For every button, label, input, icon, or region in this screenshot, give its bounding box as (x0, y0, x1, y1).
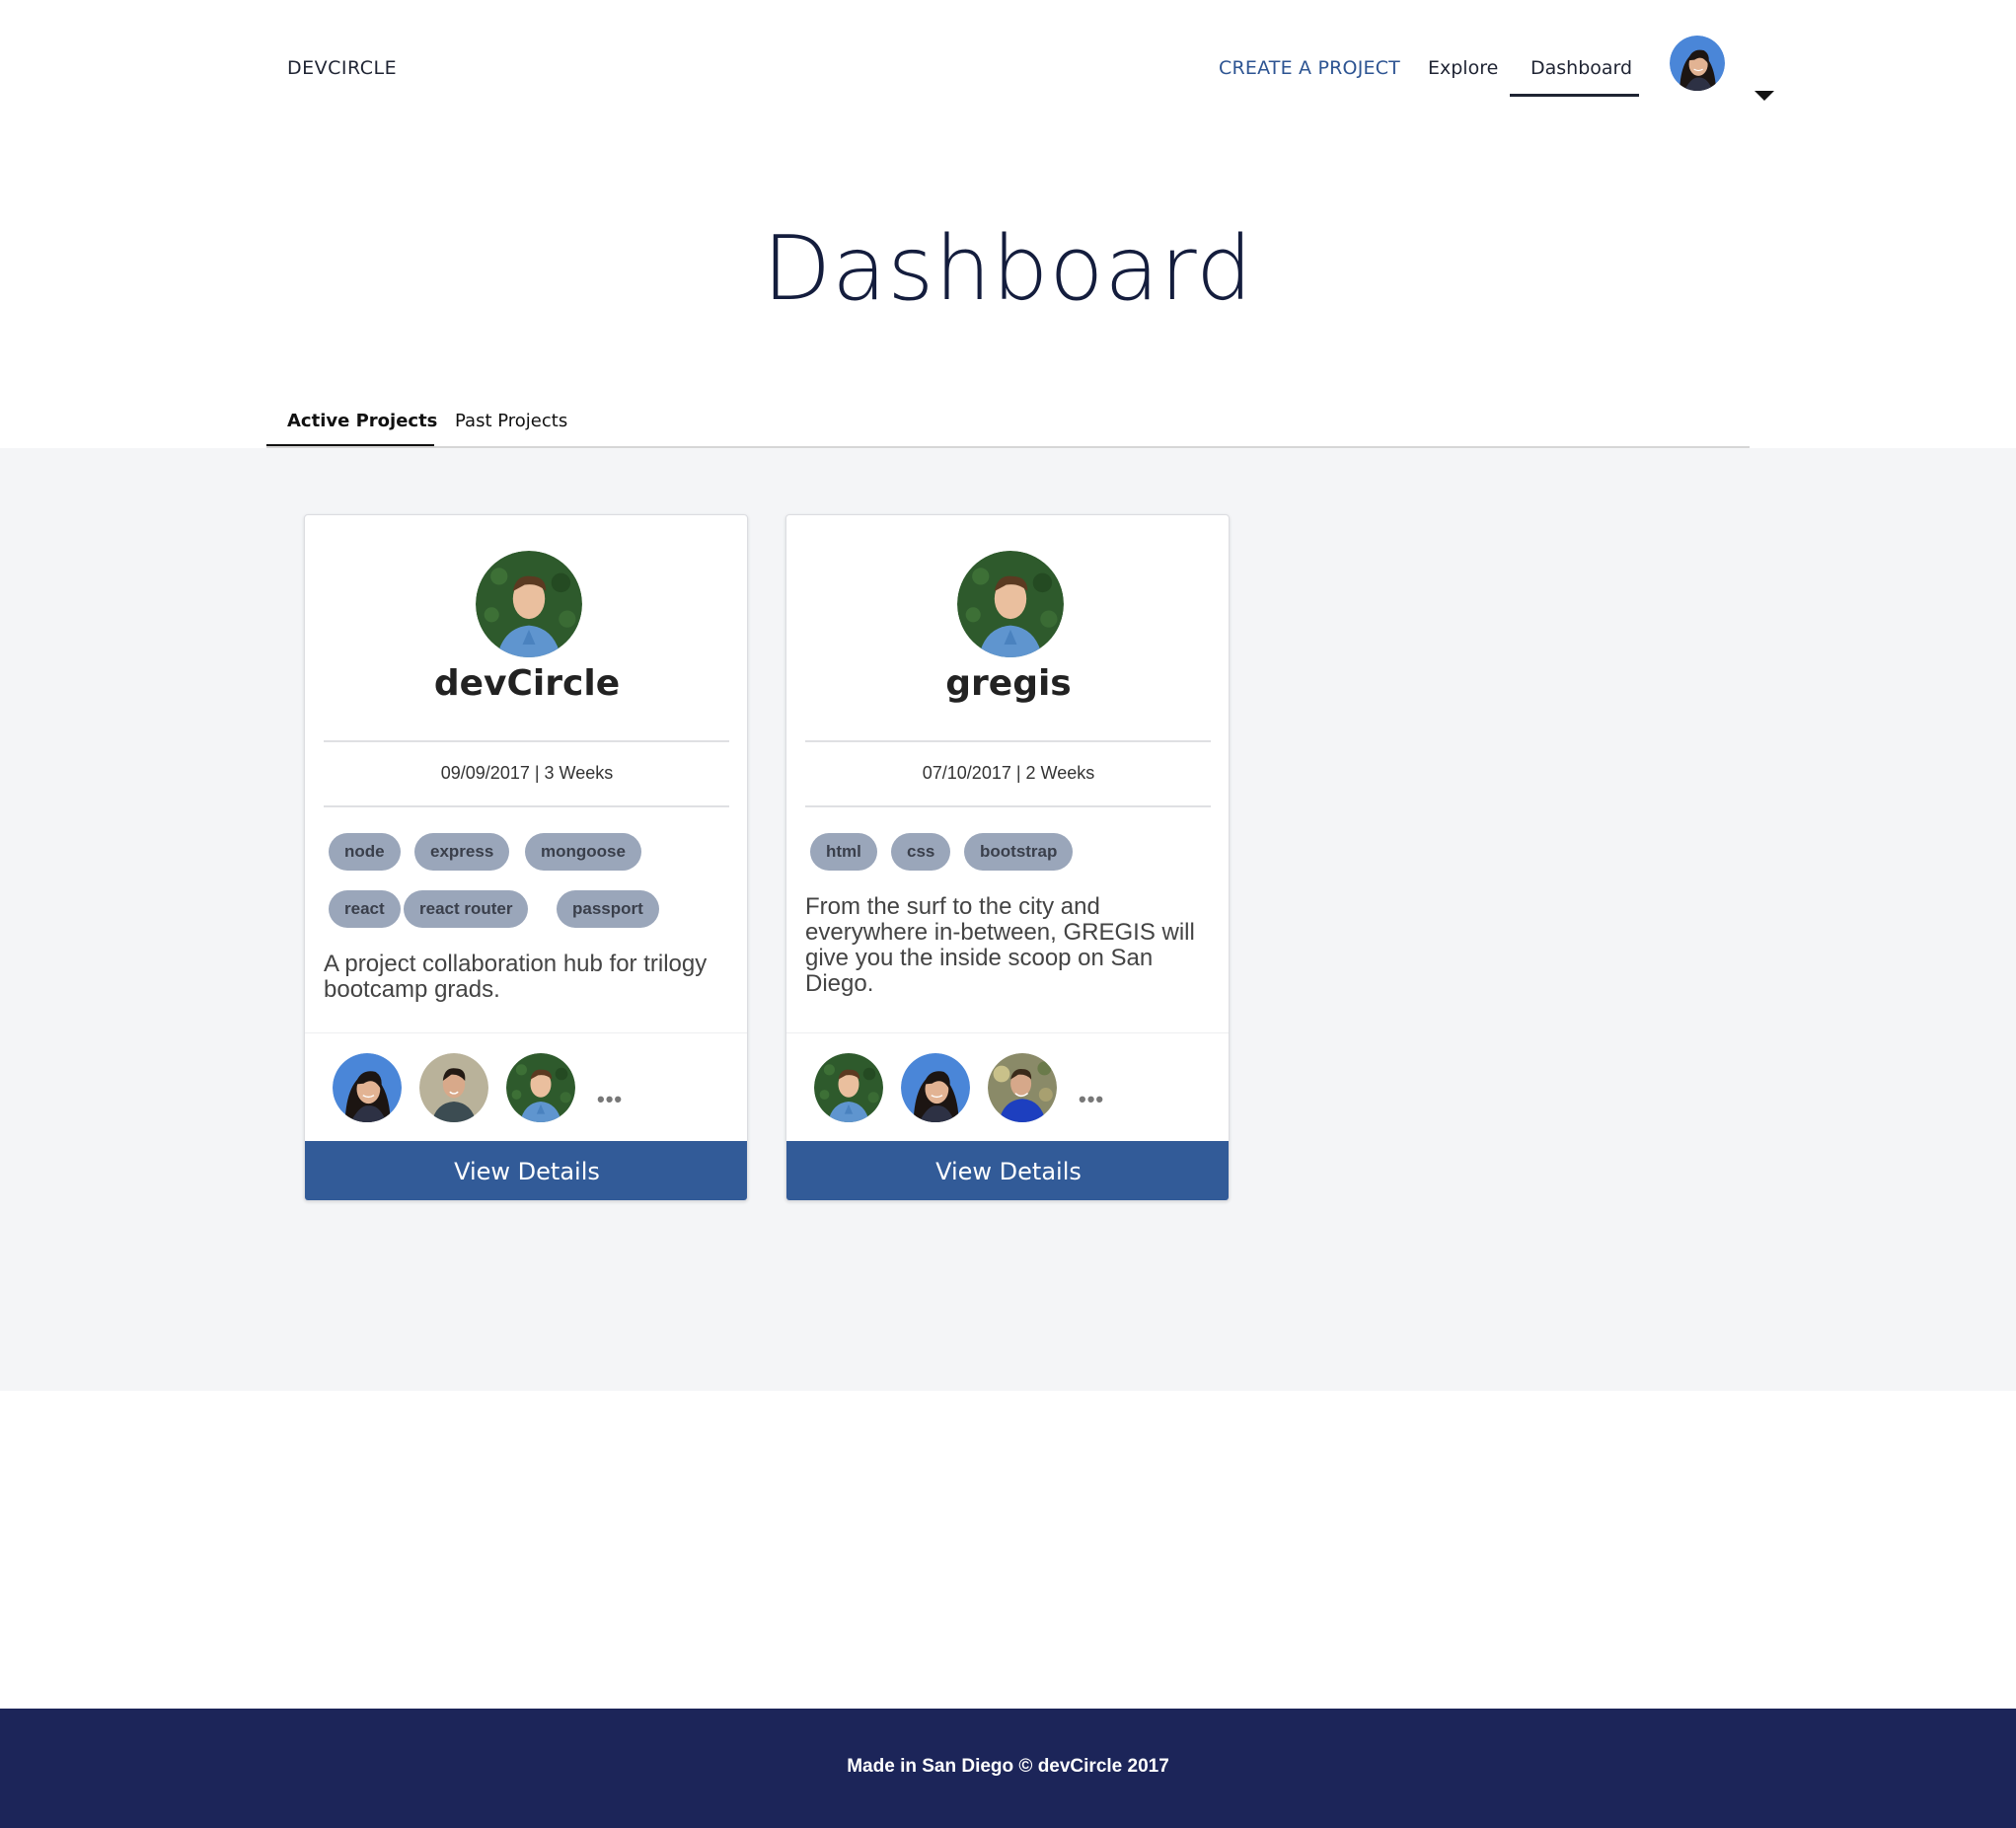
tech-tag: bootstrap (964, 833, 1074, 871)
member-avatar[interactable] (988, 1053, 1057, 1122)
footer-text: Made in San Diego © devCircle 2017 (847, 1756, 1169, 1777)
project-title: devCircle (433, 663, 621, 704)
tab-active-projects[interactable]: Active Projects (287, 411, 437, 431)
member-avatar[interactable] (419, 1053, 488, 1122)
nav-active-underline (1510, 94, 1639, 97)
team-members: ••• (333, 1053, 629, 1122)
page-footer: Made in San Diego © devCircle 2017 (0, 1709, 2016, 1828)
user-avatar-icon[interactable] (1670, 36, 1725, 91)
project-owner-avatar[interactable] (957, 551, 1064, 657)
team-members: ••• (814, 1053, 1110, 1122)
view-details-button[interactable]: View Details (305, 1141, 747, 1200)
project-date-duration: 07/10/2017 | 2 Weeks (922, 763, 1095, 783)
tech-tag: react router (404, 890, 529, 928)
project-owner-avatar[interactable] (476, 551, 582, 657)
nav-explore[interactable]: Explore (1428, 57, 1498, 79)
top-navbar: DEVCIRCLE CREATE A PROJECT Explore Dashb… (0, 0, 2016, 138)
page-title: Dashboard (762, 217, 1254, 321)
dashboard-page: DEVCIRCLE CREATE A PROJECT Explore Dashb… (0, 0, 2016, 1828)
tech-tag: express (414, 833, 510, 871)
more-members-icon[interactable]: ••• (1079, 1089, 1104, 1110)
tech-tag: html (810, 833, 877, 871)
more-members-icon[interactable]: ••• (597, 1089, 623, 1110)
divider (786, 1032, 1229, 1033)
tech-tag: mongoose (525, 833, 641, 871)
project-card: gregis 07/10/2017 | 2 Weeks html css boo… (785, 514, 1230, 1201)
member-avatar[interactable] (506, 1053, 575, 1122)
project-tabs: Active Projects Past Projects (266, 403, 1750, 448)
project-description: A project collaboration hub for trilogy … (324, 951, 708, 1003)
nav-create-project[interactable]: CREATE A PROJECT (1219, 57, 1400, 79)
tab-past-projects[interactable]: Past Projects (455, 411, 567, 431)
tech-tag: passport (557, 890, 659, 928)
divider (324, 805, 729, 807)
divider (324, 740, 729, 742)
project-date-duration: 09/09/2017 | 3 Weeks (440, 763, 614, 783)
project-title: gregis (945, 663, 1072, 704)
brand-logo-link[interactable]: DEVCIRCLE (287, 57, 397, 79)
divider (305, 1032, 747, 1033)
divider (805, 805, 1211, 807)
tech-tag: node (329, 833, 401, 871)
project-card: devCircle 09/09/2017 | 3 Weeks node expr… (304, 514, 748, 1201)
project-description: From the surf to the city and everywhere… (805, 893, 1195, 997)
member-avatar[interactable] (333, 1053, 402, 1122)
view-details-button[interactable]: View Details (786, 1141, 1229, 1200)
tech-tag: css (891, 833, 951, 871)
member-avatar[interactable] (814, 1053, 883, 1122)
tech-tag: react (329, 890, 401, 928)
divider (805, 740, 1211, 742)
member-avatar[interactable] (901, 1053, 970, 1122)
nav-dashboard[interactable]: Dashboard (1531, 57, 1632, 79)
caret-down-icon[interactable] (1755, 91, 1774, 101)
